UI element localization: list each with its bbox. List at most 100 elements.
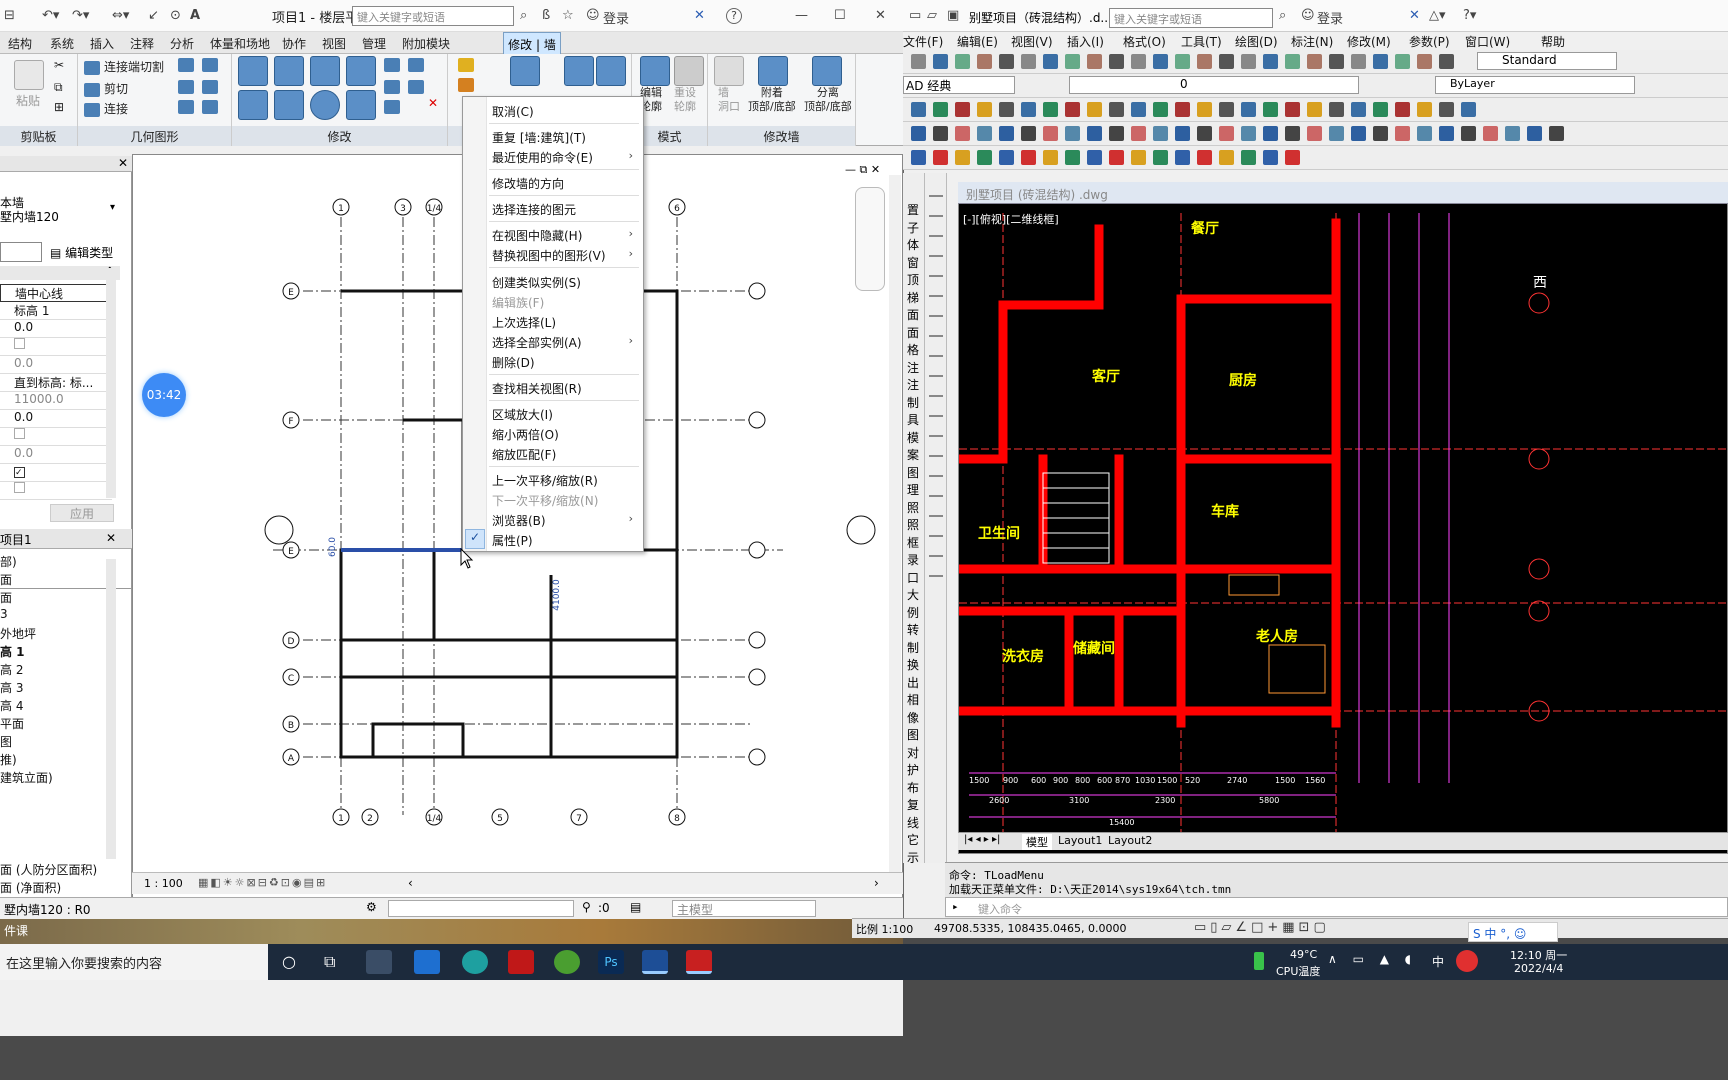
toolbar-tool-icon[interactable] <box>1307 54 1322 69</box>
scale-icon[interactable] <box>408 80 424 94</box>
acad-menu-dimension[interactable]: 标注(N) <box>1291 33 1333 50</box>
draw-tool-icons[interactable] <box>929 183 943 583</box>
tianzheng-menu-item[interactable]: 录 <box>907 551 919 568</box>
edit-profile-icon[interactable] <box>640 56 670 86</box>
toolbar-tool-icon[interactable] <box>1153 54 1168 69</box>
collapse-icon[interactable]: ⌃ <box>0 266 120 280</box>
menu-item-hide[interactable]: 在视图中隐藏(H) <box>492 227 582 244</box>
toolbar-tool-icon[interactable] <box>999 54 1014 69</box>
toolbar-tool-icon[interactable] <box>1109 54 1124 69</box>
detach-button[interactable]: 分离 顶部/底部 <box>804 86 852 114</box>
toolbar-tool-icon[interactable] <box>1417 126 1432 141</box>
toolbar-tool-icon[interactable] <box>1263 126 1278 141</box>
acad-menu-format[interactable]: 格式(O) <box>1123 33 1166 50</box>
exchange-icon[interactable]: ✕ <box>694 8 705 23</box>
toolbar-tool-icon[interactable] <box>999 150 1014 165</box>
split-icon[interactable] <box>384 58 400 72</box>
acad-floor-plan[interactable]: 餐厅 客厅 厨房 卫生间 车库 老人房 储藏间 洗衣房 [-][俯视][二维线框… <box>959 183 1728 855</box>
workspace-dropdown[interactable]: AD 经典 <box>903 76 1015 94</box>
tianzheng-menu-item[interactable]: 例 <box>907 604 919 621</box>
toolbar-tool-icon[interactable] <box>1417 54 1432 69</box>
toolbar-tool-icon[interactable] <box>911 102 926 117</box>
toolbar-tool-icon[interactable] <box>1043 126 1058 141</box>
toolbar-tool-icon[interactable] <box>1373 126 1388 141</box>
close-button[interactable]: ✕ <box>875 8 886 23</box>
clock-date[interactable]: 2022/4/4 <box>1514 962 1563 975</box>
binoculars-icon[interactable]: ⌕ <box>520 8 527 23</box>
tianzheng-menu-item[interactable]: 注 <box>907 359 919 376</box>
detach-icon[interactable] <box>812 56 842 86</box>
toolbar-tool-icon[interactable] <box>1549 126 1564 141</box>
toolbar-tool-icon[interactable] <box>1109 126 1124 141</box>
tianzheng-menu-item[interactable]: 体 <box>907 236 919 253</box>
tab-layout1[interactable]: Layout1 <box>1058 834 1102 847</box>
toolbar-tool-icon[interactable] <box>1351 126 1366 141</box>
toolbar-tool-icon[interactable] <box>1263 150 1278 165</box>
attach-button[interactable]: 附着 顶部/底部 <box>748 86 796 114</box>
browser-item-active[interactable]: 高 1 <box>0 643 25 660</box>
prop-base-extension[interactable]: 0.0 <box>0 356 112 374</box>
browser-item[interactable]: 外地坪 <box>0 625 36 642</box>
checkbox-checked[interactable]: ✓ <box>14 467 25 478</box>
menu-item-override[interactable]: 替换视图中的图形(V) <box>492 247 606 264</box>
reset-profile-icon[interactable] <box>674 56 704 86</box>
toolbar-tool-icon[interactable] <box>1175 150 1190 165</box>
toolbar-tool-icon[interactable] <box>1131 126 1146 141</box>
tianzheng-menu-item[interactable]: 注 <box>907 376 919 393</box>
toolbar-tool-icon[interactable] <box>1395 126 1410 141</box>
prop-room-bounding[interactable]: ✓ <box>0 464 112 482</box>
acad-menu-modify[interactable]: 修改(M) <box>1347 33 1391 50</box>
cut-button[interactable]: 剪切 <box>84 80 128 97</box>
tab-model[interactable]: 模型 <box>1022 834 1052 850</box>
star-icon[interactable]: ☆ <box>562 8 574 23</box>
tianzheng-menu-item[interactable]: 照 <box>907 516 919 533</box>
toolbar-tool-icon[interactable] <box>1241 102 1256 117</box>
tianzheng-menu-item[interactable]: 窗 <box>907 254 919 271</box>
checkbox[interactable] <box>14 338 25 349</box>
toolbar-tool-icon[interactable] <box>911 150 926 165</box>
toolbar-tool-icon[interactable] <box>1439 126 1454 141</box>
paint-icon[interactable] <box>202 58 218 72</box>
menu-item-create-similar[interactable]: 创建类似实例(S) <box>492 274 581 291</box>
toolbar-tool-icon[interactable] <box>1175 126 1190 141</box>
browser-item[interactable]: 建筑立面) <box>0 769 53 786</box>
acad-menu-params[interactable]: 参数(P) <box>1409 33 1450 50</box>
acad-open-icon[interactable]: ▱ <box>927 8 937 23</box>
tray-icons[interactable]: ∧ ▭ ▲ ◖ <box>1328 952 1417 966</box>
prop-base-offset[interactable]: 0.0 <box>0 320 112 338</box>
copy-icon[interactable]: ⧉ <box>54 80 63 95</box>
acad-menu-file[interactable]: 文件(F) <box>903 33 943 50</box>
paste-button[interactable]: 粘贴 <box>16 92 40 109</box>
tianzheng-menu-item[interactable]: 转 <box>907 621 919 638</box>
layer-dropdown[interactable]: 0 <box>1069 76 1359 94</box>
acad-menu-view[interactable]: 视图(V) <box>1011 33 1053 50</box>
clock-time[interactable]: 12:10 周一 <box>1510 947 1567 963</box>
tianzheng-menu-item[interactable]: 口 <box>907 569 919 586</box>
browser-item[interactable]: 推) <box>0 751 17 768</box>
toolbar-tool-icon[interactable] <box>1153 126 1168 141</box>
toolbar-tool-icon[interactable] <box>1241 54 1256 69</box>
tianzheng-menu-item[interactable]: 像 <box>907 709 919 726</box>
drafting-toggle-icons[interactable]: ▭▯▱∠□+▦⊡▢ <box>1194 920 1330 935</box>
filter-icon[interactable]: ⚲ <box>582 900 591 914</box>
split-face-icon[interactable] <box>178 58 194 72</box>
browser-item[interactable]: 高 4 <box>0 697 23 714</box>
tab-manage[interactable]: 管理 <box>362 35 386 52</box>
view-control-icons[interactable]: ▦◧☀☼⊠⊟♻⊡◉▤⊞ <box>198 876 327 889</box>
toolbar-tool-icon[interactable] <box>1417 102 1432 117</box>
linetype-dropdown[interactable]: ByLayer <box>1435 76 1635 94</box>
attach-icon[interactable] <box>758 56 788 86</box>
toolbar-tool-icon[interactable] <box>955 102 970 117</box>
tianzheng-menu-item[interactable]: 对 <box>907 744 919 761</box>
menu-item-zoom-out[interactable]: 缩小两倍(O) <box>492 426 559 443</box>
tab-annotate[interactable]: 注释 <box>130 35 154 52</box>
align-icon[interactable] <box>178 100 194 114</box>
maximize-button[interactable]: ☐ <box>834 8 846 23</box>
tab-collaborate[interactable]: 协作 <box>282 35 306 52</box>
design-options-icon[interactable]: ▤ <box>630 900 641 914</box>
workset-dropdown[interactable] <box>388 900 574 917</box>
rotate-icon[interactable] <box>310 90 340 120</box>
tianzheng-menu-item[interactable]: 子 <box>907 219 919 236</box>
prop-top-attached[interactable] <box>0 428 112 446</box>
toolbar-tool-icon[interactable] <box>1241 150 1256 165</box>
